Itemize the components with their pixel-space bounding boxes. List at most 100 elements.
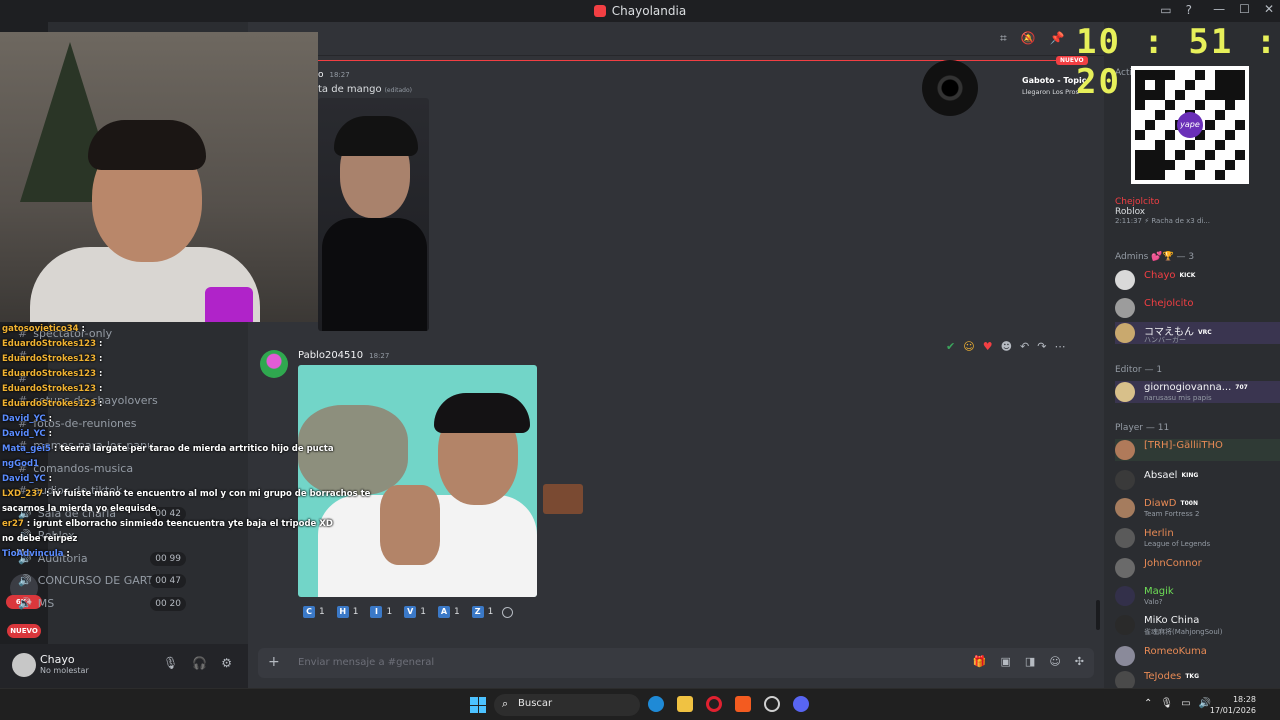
member-tag: 707 — [1235, 384, 1248, 391]
chat-line: David_YC : — [2, 472, 262, 487]
apps-icon[interactable]: ✣ — [1075, 655, 1084, 668]
avatar[interactable] — [260, 350, 288, 378]
reaction[interactable]: C1 — [300, 606, 328, 618]
message-image[interactable] — [318, 98, 429, 331]
pin-icon[interactable]: 📌 — [1050, 31, 1065, 46]
help-icon[interactable]: ? — [1186, 3, 1192, 17]
member-item[interactable]: Chayo KICK — [1115, 269, 1280, 291]
member-tag: KICK — [1179, 272, 1196, 279]
add-reaction-icon[interactable]: ☻ — [1001, 340, 1012, 356]
chat-username: David_YC — [2, 474, 46, 484]
gift-icon[interactable]: 🎁 — [973, 655, 987, 668]
opera-icon[interactable] — [706, 696, 722, 712]
clock[interactable]: 18:28 17/01/2026 — [1210, 694, 1256, 716]
reaction[interactable]: H1 — [334, 606, 362, 618]
taskbar-search[interactable]: ⌕ Buscar — [494, 694, 640, 716]
add-reaction-icon[interactable] — [502, 606, 514, 618]
mute-icon[interactable]: 🔕 — [1021, 31, 1036, 46]
chat-line: no debe reirpez — [2, 532, 262, 547]
member-item[interactable]: RomeoKuma — [1115, 645, 1280, 667]
reply-icon[interactable]: ↶ — [1020, 340, 1029, 356]
microphone-icon[interactable]: 🎙 — [1160, 698, 1173, 709]
app-icon[interactable] — [764, 696, 780, 712]
chat-username: EduardoStrokes123 — [2, 339, 97, 349]
message-author[interactable]: o — [318, 70, 324, 80]
close-button[interactable]: ✕ — [1264, 2, 1274, 16]
forward-icon[interactable]: ↷ — [1037, 340, 1046, 356]
reaction[interactable]: V1 — [401, 606, 429, 618]
windows-start-icon[interactable] — [470, 697, 486, 713]
chat-scrollbar[interactable] — [1096, 600, 1100, 630]
member-item[interactable]: コマえもん VRC ハンバーガー — [1115, 322, 1280, 344]
network-icon[interactable]: ▭ — [1181, 698, 1190, 709]
check-reaction-icon[interactable]: ✔ — [946, 340, 955, 356]
avatar — [1115, 528, 1135, 548]
inbox-icon[interactable]: ▭ — [1160, 3, 1171, 17]
more-icon[interactable]: ⋯ — [1054, 340, 1065, 356]
speaker-icon: 🔊 — [18, 596, 32, 610]
composer-placeholder[interactable]: Enviar mensaje a #general — [298, 657, 434, 668]
chat-username: EduardoStrokes123 — [2, 354, 97, 364]
voice-count: 00 47 — [150, 574, 186, 588]
chat-username: ngGod1 — [2, 459, 39, 469]
voice-channel-item[interactable]: 🔊 CONCURSO DE GARTI... 00 47 — [8, 570, 198, 593]
chevron-up-icon[interactable]: ⌃ — [1144, 698, 1152, 709]
chat-line: ngGod1 — [2, 457, 262, 472]
edited-label: (editado) — [384, 87, 412, 94]
member-item[interactable]: Chejolcito — [1115, 297, 1280, 319]
member-item[interactable]: Absael KING — [1115, 469, 1280, 491]
reaction[interactable]: I1 — [367, 606, 395, 618]
message-header: o 18:27 — [318, 70, 350, 80]
member-tag: T00N — [1180, 500, 1198, 507]
chat-message: sacarnos la mierda yo elequisde — [2, 504, 157, 514]
member-item[interactable]: JohnConnor — [1115, 557, 1280, 579]
message-image[interactable] — [298, 365, 537, 597]
message-composer[interactable]: + Enviar mensaje a #general 🎁 ▣ ◨ ☺ ✣ — [258, 648, 1094, 678]
reaction[interactable]: Z1 — [469, 606, 497, 618]
member-section-title: Player — 11 — [1115, 423, 1170, 433]
member-item[interactable]: Herlin League of Legends — [1115, 527, 1280, 549]
new-badge: NUEVO — [7, 624, 41, 638]
minimize-button[interactable]: — — [1213, 2, 1225, 16]
avatar[interactable] — [12, 653, 36, 677]
window-controls: — ☐ ✕ — [1213, 2, 1274, 16]
member-item[interactable]: DiawD T00N Team Fortress 2 — [1115, 497, 1280, 519]
voice-channel-item[interactable]: 🔊 MS 00 20 — [8, 593, 198, 616]
edge-icon[interactable] — [648, 696, 664, 712]
laugh-reaction-icon[interactable]: ☺ — [963, 340, 974, 356]
sticker-icon[interactable]: ◨ — [1025, 655, 1035, 668]
chat-message: : — [96, 354, 103, 364]
member-item[interactable]: Magik Valo? — [1115, 585, 1280, 607]
threads-icon[interactable]: ⌗ — [1000, 31, 1007, 46]
discord-icon[interactable] — [793, 696, 809, 712]
member-item[interactable]: MiKo China 雀魂麻将(MahjongSoul) — [1115, 614, 1280, 636]
chat-username: David_YC — [2, 414, 46, 424]
composer-tools: 🎁 ▣ ◨ ☺ ✣ — [973, 655, 1084, 668]
attach-plus-icon[interactable]: + — [268, 654, 280, 670]
chat-username: gatosovietico34 — [2, 324, 79, 334]
folder-icon[interactable] — [677, 696, 693, 712]
chat-line: David_YC : — [2, 412, 262, 427]
webcam-hair — [88, 120, 206, 170]
member-section-title: Editor — 1 — [1115, 365, 1163, 375]
microphone-icon[interactable]: 🎙 — [163, 656, 178, 670]
brave-icon[interactable] — [735, 696, 751, 712]
sticker-image[interactable] — [543, 484, 583, 514]
activity-item[interactable]: Chejolcito Roblox 2:11:37 ⚡ Racha de x3 … — [1115, 197, 1210, 225]
gear-icon[interactable]: ⚙ — [221, 656, 232, 670]
chat-message: : — [78, 324, 85, 334]
heart-reaction-icon[interactable]: ♥ — [983, 340, 993, 356]
headphones-icon[interactable]: 🎧 — [192, 656, 207, 670]
message-author[interactable]: Pablo204510 — [298, 350, 363, 361]
reaction[interactable]: A1 — [435, 606, 463, 618]
chat-line: er27 : igrunt elborracho sinmiedo teencu… — [2, 517, 333, 532]
member-item[interactable]: [TRH]-GälliiTHO — [1115, 439, 1280, 461]
maximize-button[interactable]: ☐ — [1239, 2, 1250, 16]
chat-message: : iv fuiste mano te encuentro al mol y c… — [43, 489, 371, 499]
member-item[interactable]: giornogiovanna... 707 narusasu mis papis — [1115, 381, 1280, 403]
chat-line: EduardoStrokes123 : — [2, 397, 262, 412]
member-tag: VRC — [1198, 329, 1212, 336]
emoji-icon[interactable]: ☺ — [1049, 655, 1060, 668]
member-tag: KING — [1181, 472, 1199, 479]
gif-icon[interactable]: ▣ — [1001, 655, 1011, 668]
